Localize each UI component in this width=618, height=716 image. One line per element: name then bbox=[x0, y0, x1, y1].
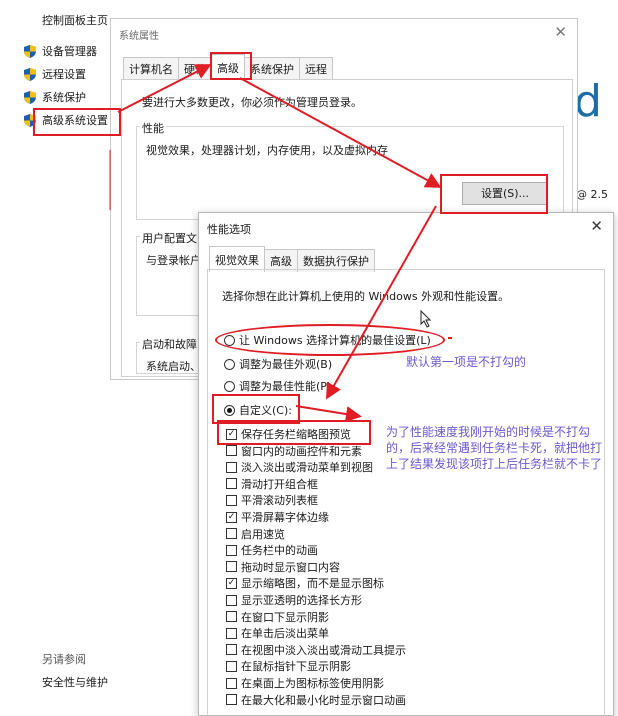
checkbox-unchecked[interactable] bbox=[226, 694, 237, 706]
cpu-speed-fragment: @ 2.5 bbox=[576, 188, 608, 201]
checkbox-item[interactable]: 淡入淡出或滑动菜单到视图 bbox=[226, 459, 373, 475]
dialog-title: 性能选项 bbox=[207, 223, 251, 236]
checkbox-label: 滑动打开组合框 bbox=[241, 477, 318, 491]
sidebar-item-remote-settings[interactable]: 远程设置 bbox=[24, 65, 86, 83]
checkbox-unchecked[interactable] bbox=[226, 660, 237, 672]
annotation-explanation: 为了性能速度我刚开始的时候是不打勾的，后来经常遇到任务栏卡死，就把他打上了结果发… bbox=[386, 425, 603, 471]
checkbox-item[interactable]: 滑动打开组合框 bbox=[226, 476, 318, 492]
annotation-box-taskbar-thumbnail bbox=[217, 420, 371, 445]
shield-icon bbox=[24, 44, 36, 58]
radio-label: 调整为最佳外观(B) bbox=[239, 358, 333, 371]
radio-label: 调整为最佳性能(P) bbox=[239, 380, 332, 393]
dialog-title: 系统属性 bbox=[119, 31, 159, 42]
checkbox-label: 平滑屏幕字体边缘 bbox=[241, 511, 329, 524]
radio-best-performance[interactable]: 调整为最佳性能(P) bbox=[224, 378, 331, 394]
checkbox-item[interactable]: 显示亚透明的选择长方形 bbox=[226, 592, 362, 608]
checkbox-item[interactable]: ✓ 显示缩略图，而不是显示图标 bbox=[226, 575, 384, 591]
checkbox-item[interactable]: 拖动时显示窗口内容 bbox=[226, 559, 340, 575]
user-profile-group-label: 用户配置文 bbox=[140, 230, 199, 246]
sidebar-item-device-manager[interactable]: 设备管理器 bbox=[24, 42, 97, 60]
checkbox-unchecked[interactable] bbox=[226, 644, 237, 656]
checkbox-item[interactable]: 在视图中淡入淡出或滑动工具提示 bbox=[226, 642, 406, 658]
checkbox-unchecked[interactable] bbox=[226, 494, 237, 506]
checkbox-label: 在单击后淡出菜单 bbox=[241, 627, 329, 641]
startup-recovery-description: 系统启动、 bbox=[146, 360, 201, 373]
control-panel-home-link[interactable]: 控制面板主页 bbox=[42, 12, 108, 28]
checkbox-item[interactable]: 启用速览 bbox=[226, 526, 285, 542]
see-also-heading: 另请参阅 bbox=[42, 653, 86, 666]
checkbox-label: 在桌面上为图标标签使用阴影 bbox=[241, 677, 384, 690]
sidebar-item-label: 系统保护 bbox=[42, 91, 86, 104]
sidebar-item-system-protection[interactable]: 系统保护 bbox=[24, 88, 86, 106]
annotation-ellipse-first-option bbox=[215, 324, 445, 356]
checkbox-unchecked[interactable] bbox=[226, 594, 237, 606]
tab-remote[interactable]: 远程 bbox=[299, 57, 333, 80]
annotation-default-note: 默认第一项是不打勾的 bbox=[406, 355, 527, 369]
close-icon[interactable]: ✕ bbox=[554, 23, 567, 41]
checkbox-unchecked[interactable] bbox=[226, 544, 237, 556]
checkbox-label: 任务栏中的动画 bbox=[241, 544, 318, 558]
startup-recovery-group-label: 启动和故障 bbox=[140, 336, 199, 352]
checkbox-label: 在最大化和最小化时显示窗口动画 bbox=[241, 693, 406, 707]
performance-group-label: 性能 bbox=[140, 120, 166, 136]
checkbox-unchecked[interactable] bbox=[226, 478, 237, 490]
tab-system-protection[interactable]: 系统保护 bbox=[244, 57, 300, 80]
background-window-fragment: d bbox=[574, 76, 602, 127]
checkbox-unchecked[interactable] bbox=[226, 445, 237, 457]
checkbox-label: 显示缩略图，而不是显示图标 bbox=[241, 577, 384, 591]
shield-icon bbox=[24, 90, 36, 104]
checkbox-label: 在鼠标指针下显示阴影 bbox=[241, 660, 351, 674]
checkbox-item[interactable]: 在桌面上为图标标签使用阴影 bbox=[226, 675, 384, 691]
annotation-box-settings-button bbox=[440, 174, 548, 214]
tab-hardware[interactable]: 硬件 bbox=[178, 57, 212, 80]
annotation-box-advanced-settings bbox=[33, 108, 121, 136]
radio-button[interactable] bbox=[224, 358, 235, 370]
close-icon[interactable]: ✕ bbox=[590, 217, 603, 235]
checkbox-unchecked[interactable] bbox=[226, 627, 237, 639]
sidebar-item-label: 设备管理器 bbox=[42, 45, 97, 58]
checkbox-label: 在窗口下显示阴影 bbox=[241, 610, 329, 624]
admin-note: 要进行大多数更改，你必须作为管理员登录。 bbox=[142, 96, 362, 109]
checkbox-label: 启用速览 bbox=[241, 527, 285, 541]
checkbox-item[interactable]: 在鼠标指针下显示阴影 bbox=[226, 658, 351, 674]
prompt-text: 选择你想在此计算机上使用的 Windows 外观和性能设置。 bbox=[222, 290, 510, 303]
performance-description: 视觉效果，处理器计划，内存使用，以及虚拟内存 bbox=[146, 144, 388, 157]
checkbox-label: 平滑滚动列表框 bbox=[241, 494, 318, 508]
user-profile-description: 与登录帐户 bbox=[146, 254, 201, 267]
checkbox-label: 显示亚透明的选择长方形 bbox=[241, 594, 362, 607]
mouse-cursor-icon bbox=[420, 309, 432, 331]
checkbox-item[interactable]: 在窗口下显示阴影 bbox=[226, 609, 329, 625]
checkbox-item[interactable]: 在最大化和最小化时显示窗口动画 bbox=[226, 692, 406, 708]
radio-best-appearance[interactable]: 调整为最佳外观(B) bbox=[224, 356, 332, 372]
checkbox-item[interactable]: ✓ 平滑屏幕字体边缘 bbox=[226, 509, 329, 525]
checkbox-unchecked[interactable] bbox=[226, 561, 237, 573]
security-maintenance-link[interactable]: 安全性与维护 bbox=[42, 674, 108, 690]
checkbox-item[interactable]: 在单击后淡出菜单 bbox=[226, 625, 329, 641]
checkbox-unchecked[interactable] bbox=[226, 461, 237, 473]
shield-icon bbox=[24, 67, 36, 81]
checkbox-item[interactable]: 平滑滚动列表框 bbox=[226, 492, 318, 508]
checkbox-unchecked[interactable] bbox=[226, 677, 237, 689]
annotation-box-advanced-tab bbox=[210, 52, 252, 80]
sidebar-item-label: 远程设置 bbox=[42, 68, 86, 81]
checkbox-checked[interactable]: ✓ bbox=[226, 511, 237, 523]
checkbox-unchecked[interactable] bbox=[226, 528, 237, 540]
checkbox-item[interactable]: 任务栏中的动画 bbox=[226, 542, 318, 558]
radio-button[interactable] bbox=[224, 380, 235, 392]
checkbox-label: 淡入淡出或滑动菜单到视图 bbox=[241, 461, 373, 475]
checkbox-label: 在视图中淡入淡出或滑动工具提示 bbox=[241, 643, 406, 657]
checkbox-label: 拖动时显示窗口内容 bbox=[241, 560, 340, 574]
checkbox-unchecked[interactable] bbox=[226, 611, 237, 623]
tab-computer-name[interactable]: 计算机名 bbox=[123, 57, 179, 80]
checkbox-checked[interactable]: ✓ bbox=[226, 577, 237, 589]
